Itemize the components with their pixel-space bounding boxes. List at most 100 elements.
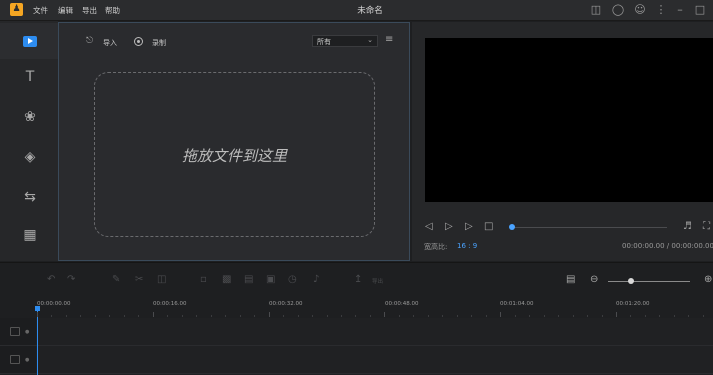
media-filter-select[interactable]: 所有 ⌄ (312, 35, 378, 47)
lock-icon[interactable]: ● (25, 329, 29, 335)
undo-icon[interactable]: ↶ (47, 274, 55, 286)
ruler-minor-tick (659, 315, 660, 317)
ruler-minor-tick (674, 315, 675, 317)
aspect-ratio-value[interactable]: 16 : 9 (457, 242, 477, 250)
ruler-minor-tick (182, 315, 183, 317)
menu-file[interactable]: 文件 (33, 5, 48, 16)
ruler-minor-tick (587, 315, 588, 317)
list-view-icon[interactable]: ≡ (385, 34, 393, 45)
ruler-label: 00:00:16.00 (153, 301, 187, 307)
menu-edit[interactable]: 编辑 (58, 5, 73, 16)
prev-frame-icon[interactable]: ◁ (425, 221, 433, 233)
video-track[interactable]: ● (0, 318, 713, 346)
play-icon[interactable]: ▷ (445, 221, 453, 233)
import-icon[interactable]: ⎋ (86, 36, 93, 46)
ruler-minor-tick (558, 315, 559, 317)
fullscreen-icon[interactable]: ⛶ (703, 221, 710, 233)
audio-track[interactable]: ● (0, 346, 713, 374)
video-track-icon (10, 327, 20, 336)
ruler-minor-tick (167, 315, 168, 317)
ruler-minor-tick (471, 315, 472, 317)
timeline-ruler[interactable] (0, 296, 713, 319)
ruler-minor-tick (573, 315, 574, 317)
ruler-label: 00:00:48.00 (385, 301, 419, 307)
ruler-minor-tick (399, 315, 400, 317)
import-button[interactable]: 导入 (103, 38, 117, 48)
pip-icon[interactable]: ▣ (266, 274, 275, 286)
menu-help[interactable]: 帮助 (105, 5, 120, 16)
delete-icon[interactable]: ◫ (157, 274, 166, 286)
lock-icon[interactable]: ● (25, 357, 29, 363)
drop-zone-label: 拖放文件到这里 (181, 147, 287, 165)
playhead[interactable] (37, 309, 38, 375)
drop-zone[interactable]: 拖放文件到这里 (94, 72, 375, 237)
ruler-tick (384, 312, 385, 317)
filter-value: 所有 (317, 38, 331, 46)
ruler-minor-tick (138, 315, 139, 317)
video-preview[interactable] (425, 38, 713, 202)
ruler-minor-tick (515, 315, 516, 317)
ruler-tick (37, 312, 38, 317)
ruler-minor-tick (51, 315, 52, 317)
track-header: ● (0, 318, 36, 345)
zoom-slider[interactable] (608, 281, 690, 282)
volume-icon[interactable]: ♬ (683, 221, 692, 233)
stop-icon[interactable]: □ (484, 221, 493, 233)
export-icon[interactable]: ↥ (354, 274, 362, 286)
transition-icon[interactable]: ⇆ (21, 188, 39, 206)
ruler-minor-tick (225, 315, 226, 317)
maximize-icon[interactable]: □ (693, 3, 707, 17)
next-frame-icon[interactable]: ▷ (465, 221, 473, 233)
ruler-label: 00:00:32.00 (269, 301, 303, 307)
fit-timeline-icon[interactable]: ▤ (566, 274, 575, 286)
ruler-minor-tick (327, 315, 328, 317)
duration-icon[interactable]: ◷ (288, 274, 297, 286)
overlay-icon[interactable]: ◈ (21, 148, 39, 166)
mosaic-icon[interactable]: ▩ (222, 274, 231, 286)
ruler-label: 00:01:20.00 (616, 301, 650, 307)
crop-icon[interactable]: ▫ (200, 274, 207, 286)
ruler-label: 00:01:04.00 (500, 301, 534, 307)
user-icon[interactable]: ◯ (611, 3, 625, 17)
cut-icon[interactable]: ✂ (135, 274, 143, 286)
playback-scrubber[interactable] (512, 227, 667, 228)
freeze-icon[interactable]: ▤ (244, 274, 253, 286)
voiceover-icon[interactable]: ♪ (313, 274, 319, 286)
ruler-minor-tick (109, 315, 110, 317)
record-icon[interactable] (134, 37, 143, 46)
timeline-export-label[interactable]: 导出 (372, 277, 383, 285)
ruler-minor-tick (80, 315, 81, 317)
ruler-minor-tick (95, 315, 96, 317)
record-button[interactable]: 录制 (152, 38, 166, 48)
zoom-slider-handle[interactable] (628, 278, 634, 284)
ruler-tick (500, 312, 501, 317)
media-icon[interactable] (23, 36, 37, 47)
window-title: 未命名 (357, 6, 383, 16)
ruler-minor-tick (240, 315, 241, 317)
minimize-icon[interactable]: – (673, 3, 687, 17)
ruler-tick (269, 312, 270, 317)
zoom-in-icon[interactable]: ⊕ (704, 274, 712, 286)
ruler-minor-tick (298, 315, 299, 317)
feedback-icon[interactable]: ☺ (633, 3, 647, 17)
ruler-minor-tick (196, 315, 197, 317)
ruler-minor-tick (211, 315, 212, 317)
ruler-minor-tick (283, 315, 284, 317)
app-logo-icon: ♟ (10, 3, 23, 16)
scrubber-handle[interactable] (509, 224, 515, 230)
filter-icon[interactable]: ❀ (21, 108, 39, 126)
ruler-minor-tick (370, 315, 371, 317)
ruler-minor-tick (254, 315, 255, 317)
text-icon[interactable]: T (21, 68, 39, 86)
edit-icon[interactable]: ✎ (112, 274, 120, 286)
ruler-minor-tick (602, 315, 603, 317)
menu-export[interactable]: 导出 (82, 5, 97, 16)
wechat-icon[interactable]: ◫ (589, 3, 603, 17)
ruler-tick (153, 312, 154, 317)
chevron-down-icon: ⌄ (367, 36, 373, 44)
redo-icon[interactable]: ↷ (67, 274, 75, 286)
ruler-minor-tick (544, 315, 545, 317)
more-icon[interactable]: ⋮ (654, 3, 668, 17)
zoom-out-icon[interactable]: ⊖ (590, 274, 598, 286)
film-icon[interactable]: ▦ (21, 226, 39, 244)
